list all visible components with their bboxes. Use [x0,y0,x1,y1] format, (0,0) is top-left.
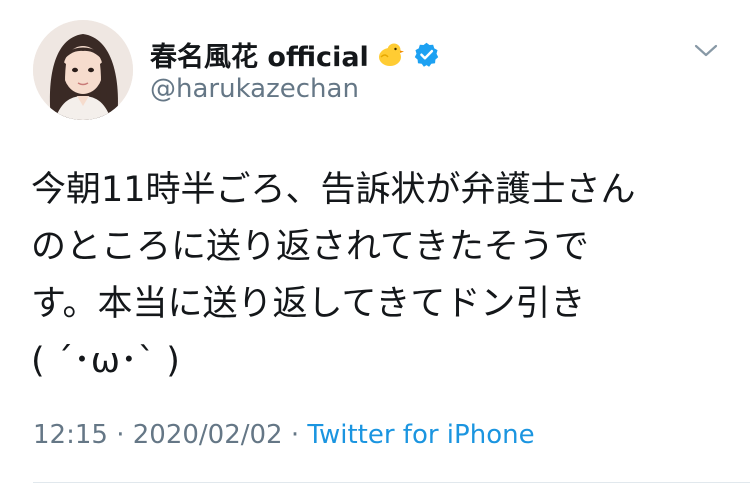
divider [33,482,750,483]
meta-separator: · [290,420,300,450]
tweet-text-line: のところに送り返されてきたそうで [31,227,589,267]
tweet-text-line: 今朝11時半ごろ、告訴状が弁護士さん [31,170,636,210]
tweet-time[interactable]: 12:15 [33,420,108,450]
display-name-row[interactable]: 春名風花 official [150,34,440,74]
user-handle[interactable]: @harukazechan [150,74,359,104]
tweet-text: 今朝11時半ごろ、告訴状が弁護士さん のところに送り返されてきたそうで す。本当… [31,162,721,390]
chevron-down-icon[interactable] [693,42,719,60]
avatar[interactable] [33,20,133,120]
tweet-source-link[interactable]: Twitter for iPhone [307,420,534,450]
verified-badge-icon [413,41,440,68]
chick-icon [375,39,405,69]
display-name[interactable]: 春名風花 official [150,35,369,74]
tweet-text-line: ( ´･ω･` ) [31,341,180,381]
tweet-text-line: す。本当に送り返してきてドン引き [31,284,586,324]
meta-separator: · [116,420,125,450]
tweet-meta: 12:15 · 2020/02/02 · Twitter for iPhone [33,420,535,450]
tweet-date[interactable]: 2020/02/02 [133,420,283,450]
tweet-card: 春名風花 official @harukazechan 今朝11時半ごろ、告訴状… [0,0,750,489]
